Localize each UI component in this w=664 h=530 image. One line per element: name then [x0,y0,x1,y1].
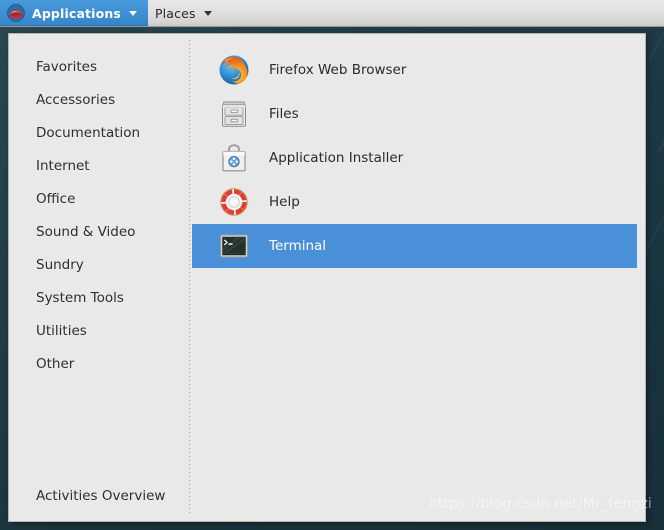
category-item-system-tools[interactable]: System Tools [9,282,189,315]
category-label: Sound & Video [36,224,136,240]
menu-column-separator [189,40,190,515]
chevron-down-icon [203,10,212,16]
category-label: Other [36,356,75,372]
file-cabinet-icon [218,98,250,130]
app-item-application-installer[interactable]: Application Installer [192,136,637,180]
app-item-files[interactable]: Files [192,92,637,136]
category-item-favorites[interactable]: Favorites [9,51,189,84]
category-label: Utilities [36,323,87,339]
category-label: Documentation [36,125,141,141]
category-item-sundry[interactable]: Sundry [9,249,189,282]
places-menu-button[interactable]: Places [148,0,223,26]
applications-menu-popup: Favorites Accessories Documentation Inte… [8,33,646,522]
category-label: Office [36,191,76,207]
app-item-terminal[interactable]: Terminal [192,224,637,268]
category-label: System Tools [36,290,124,306]
lifebuoy-icon [218,186,250,218]
activities-overview-label: Activities Overview [36,488,166,504]
app-label: Help [269,194,300,210]
category-list: Favorites Accessories Documentation Inte… [9,34,189,521]
category-item-utilities[interactable]: Utilities [9,315,189,348]
category-item-accessories[interactable]: Accessories [9,84,189,117]
category-item-office[interactable]: Office [9,183,189,216]
category-item-sound-and-video[interactable]: Sound & Video [9,216,189,249]
app-label: Firefox Web Browser [269,62,407,78]
places-menu-label: Places [154,5,196,21]
category-item-other[interactable]: Other [9,348,189,381]
firefox-icon [218,54,250,86]
application-list: Firefox Web Browser Files Application In… [192,48,637,268]
category-label: Sundry [36,257,84,273]
redhat-logo-icon [7,4,25,22]
category-label: Accessories [36,92,116,108]
category-item-documentation[interactable]: Documentation [9,117,189,150]
app-item-help[interactable]: Help [192,180,637,224]
category-label: Internet [36,158,90,174]
terminal-icon [218,230,250,262]
app-label: Files [269,106,299,122]
top-panel: Applications Places [0,0,664,27]
app-label: Terminal [269,238,327,254]
app-item-firefox-web-browser[interactable]: Firefox Web Browser [192,48,637,92]
chevron-down-icon [128,10,137,16]
category-item-internet[interactable]: Internet [9,150,189,183]
applications-menu-button[interactable]: Applications [0,0,148,26]
app-label: Application Installer [269,150,404,166]
activities-overview-item[interactable]: Activities Overview [9,485,189,507]
category-label: Favorites [36,59,97,75]
shopping-bag-icon [218,142,250,174]
applications-menu-label: Applications [32,5,121,21]
